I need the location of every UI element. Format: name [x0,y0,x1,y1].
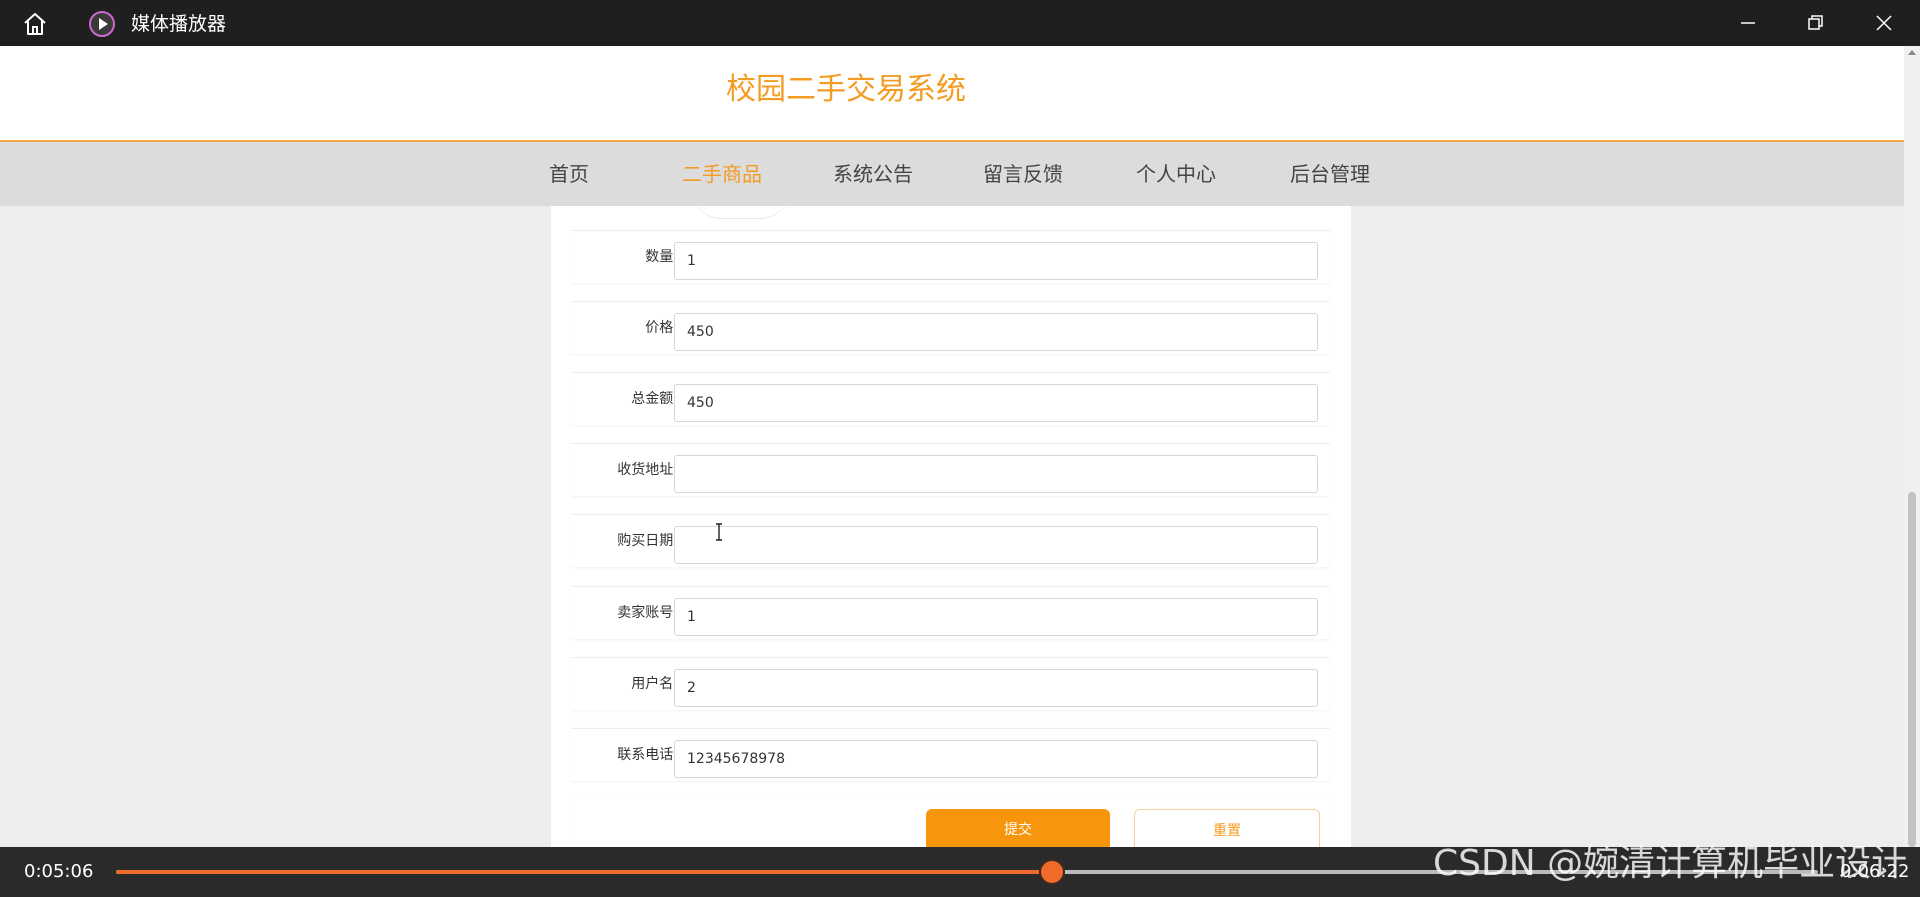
username-label: 用户名: [631,676,678,692]
site-header: 校园二手交易系统 [0,46,1904,142]
total-amount-input[interactable]: 450 [674,384,1318,422]
form-row-quantity: 数量: 1 [571,230,1330,283]
form-row-price: 价格: 450 [571,301,1330,354]
phone-label: 联系电话: [617,747,678,763]
quantity-input[interactable]: 1 [674,242,1318,280]
divider [691,188,791,219]
form-row-address: 收货地址: [571,443,1330,496]
text-cursor-icon [716,523,722,541]
current-time: 0:05:06 [24,861,94,882]
minimize-icon[interactable] [1735,10,1761,36]
main-nav: 首页 二手商品 系统公告 留言反馈 个人中心 后台管理 [0,142,1904,206]
username-input[interactable]: 2 [674,669,1318,707]
site-title: 校园二手交易系统 [726,72,966,107]
form-row-seller-account: 卖家账号: 1 [571,586,1330,639]
total-amount-label: 总金额: [631,391,678,407]
app-title: 媒体播放器 [131,13,227,35]
nav-item-home[interactable]: 首页 [549,142,589,206]
web-page: 校园二手交易系统 首页 二手商品 系统公告 留言反馈 个人中心 后台管理 数量:… [0,46,1904,847]
nav-item-announcements[interactable]: 系统公告 [833,142,913,206]
submit-button[interactable]: 提交 [926,809,1110,847]
nav-item-personal-center[interactable]: 个人中心 [1136,142,1216,206]
window-titlebar: 媒体播放器 [0,0,1920,46]
nav-item-admin[interactable]: 后台管理 [1290,142,1370,206]
close-icon[interactable] [1871,10,1897,36]
scrollbar-thumb[interactable] [1908,492,1916,847]
seek-progress [116,870,1053,874]
reset-button[interactable]: 重置 [1134,809,1320,847]
purchase-date-input[interactable] [674,526,1318,564]
page-scrollbar[interactable] [1904,46,1920,847]
media-player-icon [89,11,115,37]
price-input[interactable]: 450 [674,313,1318,351]
restore-icon[interactable] [1802,10,1828,36]
nav-item-feedback[interactable]: 留言反馈 [983,142,1063,206]
form-row-purchase-date: 购买日期: [571,514,1330,567]
form-actions: 提交 重置 [571,799,1330,847]
watermark: CSDN @婉清计算机毕业设计 [1433,843,1908,884]
home-icon[interactable] [22,11,48,37]
address-input[interactable] [674,455,1318,493]
form-row-total: 总金额: 450 [571,372,1330,425]
form-row-username: 用户名: 2 [571,657,1330,710]
scroll-up-icon[interactable] [1908,50,1916,55]
order-form-panel: 数量: 1 价格: 450 总金额: 450 收货地址: 购买日期: 卖家账号:… [551,206,1351,847]
phone-input[interactable]: 12345678978 [674,740,1318,778]
seller-account-label: 卖家账号: [617,605,678,621]
purchase-date-label: 购买日期: [617,533,678,549]
address-label: 收货地址: [617,462,678,478]
seller-account-input[interactable]: 1 [674,598,1318,636]
form-row-phone: 联系电话: 12345678978 [571,728,1330,781]
seek-handle[interactable] [1039,859,1066,885]
